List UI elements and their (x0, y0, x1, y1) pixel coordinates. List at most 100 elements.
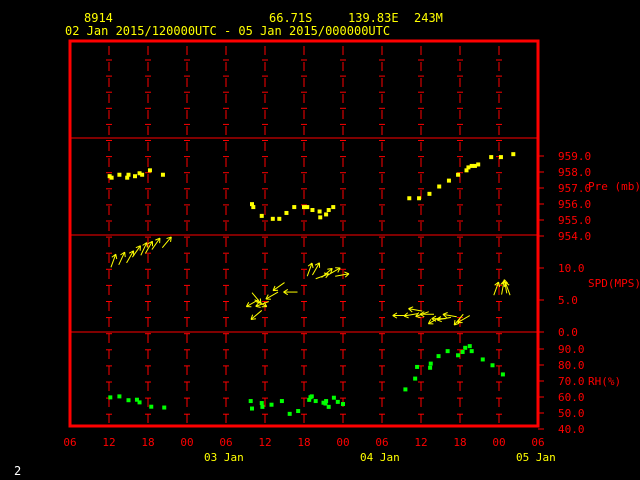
pressure-point (292, 205, 297, 210)
y-tick-label: 60.0 (558, 391, 585, 404)
pressure-point (310, 208, 315, 213)
pressure-point (133, 174, 137, 179)
wind-arrow (312, 262, 321, 276)
y-tick-label: 50.0 (558, 407, 585, 420)
rh-point (331, 395, 336, 400)
rh-point (260, 404, 265, 409)
pressure-point (140, 172, 145, 177)
y-tick-label: 10.0 (558, 262, 585, 275)
y-tick-label: 956.0 (558, 198, 591, 211)
y-tick-label: 80.0 (558, 359, 585, 372)
y-tick-label: 40.0 (558, 423, 585, 436)
rh-point (162, 405, 167, 410)
pressure-point (407, 196, 412, 201)
y-tick-label: 957.0 (558, 182, 591, 195)
rh-point (259, 401, 264, 406)
pressure-point (259, 213, 264, 218)
pressure-point (437, 184, 442, 189)
rh-point (480, 357, 485, 362)
x-tick-label: 06 (219, 436, 232, 449)
x-tick-label: 12 (258, 436, 271, 449)
pressure-point (427, 191, 432, 196)
pressure-point (326, 208, 331, 213)
x-tick-label: 00 (180, 436, 193, 449)
rh-point (137, 400, 142, 405)
rh-point (279, 399, 284, 404)
rh-point (287, 411, 292, 416)
y-tick-label: 954.0 (558, 230, 591, 243)
x-tick-label: 18 (453, 436, 466, 449)
meteogram-chart: 06 12 18 00 06 12 18 00 06 12 18 00 06 03 Jan 04 Jan 05… (63, 39, 640, 464)
rh-point (313, 399, 318, 404)
pressure-point (160, 172, 165, 177)
rh-point (413, 376, 418, 381)
pressure-point (476, 162, 481, 167)
rh-point (428, 361, 433, 366)
wind-arrow (442, 312, 457, 319)
wind-arrow (272, 282, 285, 292)
rh-point (250, 406, 254, 411)
pressure-point (284, 210, 289, 215)
rh-point (117, 394, 122, 399)
x-tick-label: 12 (102, 436, 115, 449)
wind-arrow (408, 306, 423, 313)
rh-point (296, 409, 301, 414)
rh-point (428, 365, 433, 370)
rh-point (456, 353, 461, 358)
pressure-point (251, 205, 256, 210)
y-tick-label: 955.0 (558, 214, 591, 227)
y-tick-label: 959.0 (558, 150, 591, 163)
x-tick-label: 12 (414, 436, 427, 449)
rh-point (500, 372, 505, 377)
day-label: 04 Jan (360, 451, 400, 464)
rh-point (445, 349, 450, 354)
wind-arrow (457, 315, 470, 324)
rh-point (149, 404, 154, 409)
wind-arrow (335, 271, 350, 278)
y-tick-label: 90.0 (558, 343, 585, 356)
x-tick-label: 06 (63, 436, 76, 449)
wind-arrow (151, 237, 161, 250)
wind-arrow (315, 272, 330, 280)
pressure-point (317, 209, 322, 214)
rh-point (335, 399, 340, 404)
y-tick-label: 958.0 (558, 166, 591, 179)
y-tick-label: 70.0 (558, 375, 585, 388)
x-tick-label: 18 (141, 436, 154, 449)
pressure-point (456, 172, 461, 177)
rh-point (269, 402, 274, 407)
pressure-point (270, 216, 275, 221)
rh-point (490, 363, 495, 368)
wind-arrow (250, 310, 263, 320)
pressure-point (117, 172, 122, 177)
rh-point (463, 345, 468, 350)
rh-point (467, 344, 472, 349)
rh-point (469, 349, 474, 354)
pressure-point (318, 215, 323, 220)
rh-point (436, 354, 441, 359)
pressure-point (331, 205, 336, 210)
x-tick-label: 06 (531, 436, 544, 449)
wind-arrow (161, 236, 172, 249)
pressure-point (446, 178, 451, 183)
rh-point (126, 398, 131, 403)
pressure-point (305, 205, 310, 210)
wind-arrow (265, 291, 279, 300)
pressure-point (126, 172, 131, 177)
x-tick-label: 00 (492, 436, 505, 449)
pressure-point (147, 168, 152, 173)
wind-arrow (403, 312, 418, 319)
rh-point (403, 387, 408, 392)
x-tick-label: 00 (336, 436, 349, 449)
rh-point (108, 395, 113, 400)
pressure-axis-label: Pre (mb) (588, 180, 640, 193)
rh-point (309, 394, 314, 399)
day-label: 03 Jan (204, 451, 244, 464)
rh-point (326, 404, 331, 409)
pressure-point (324, 212, 329, 217)
x-tick-label: 18 (297, 436, 310, 449)
pressure-point (417, 196, 422, 201)
rh-point (341, 402, 345, 407)
y-tick-label: 5.0 (558, 294, 578, 307)
rh-point (415, 364, 420, 369)
